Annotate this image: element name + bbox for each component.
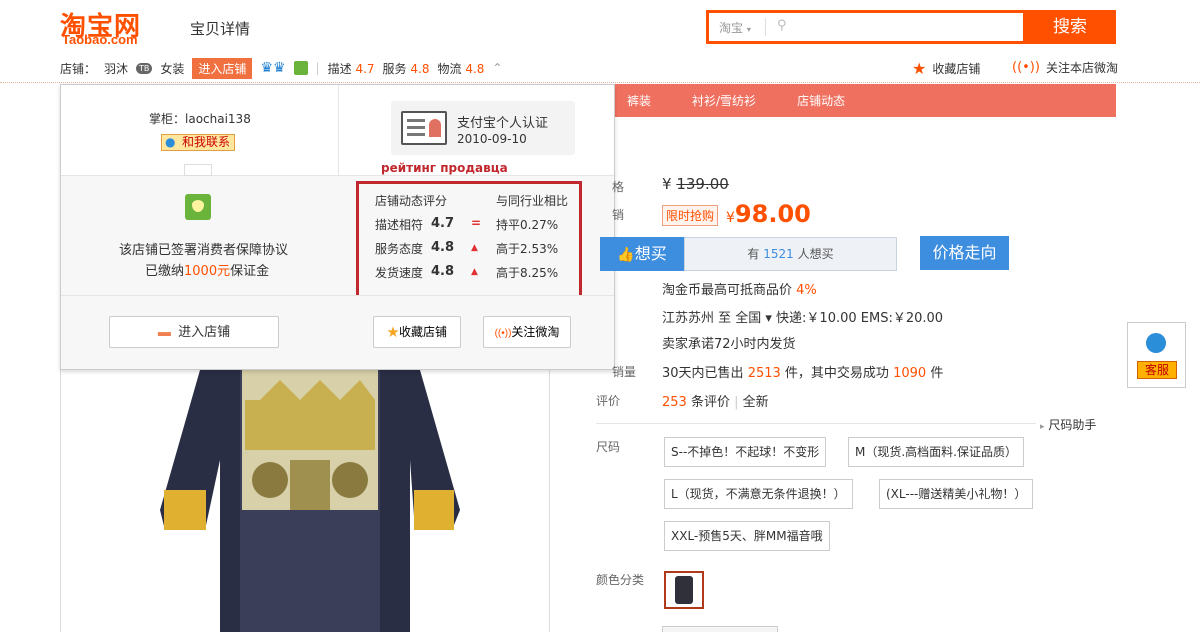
color-thumbnail [675,576,693,604]
rating-header: 店铺动态评分 [375,194,448,208]
divider [184,164,212,176]
color-option[interactable] [664,571,704,609]
follow-store-label: 关注本店微淘 [1045,61,1118,75]
header-divider [0,82,1200,83]
contact-seller-label: 和我联系 [182,135,231,149]
shop-keeper: 掌柜：laochai138 [149,112,251,126]
follow-store-link[interactable]: ((•)) 关注本店微淘 [1012,59,1118,76]
shop-category: 女装 [160,61,185,76]
price-trend-button[interactable]: 价格走向 [920,236,1009,270]
id-card-icon [401,111,447,145]
sales-info: 30天内已售出 2513 件，其中交易成功 1090 件 [662,366,944,381]
shipping-info[interactable]: 江苏苏州 至 全国 ▾ 快递:￥10.00 EMS:￥20.00 [662,307,943,326]
size-option-m[interactable]: M（现货.高档面料.保证品质） [848,437,1024,467]
collapse-icon[interactable]: ⌃ [492,61,502,75]
favorite-shop-button[interactable]: ★收藏店铺 [373,316,461,348]
up-arrow-icon: ▲ [471,267,478,277]
keeper-section: 掌柜：laochai138 ● 和我联系 [61,85,338,175]
shop-label: 店铺： [60,61,97,76]
size-option-xxl[interactable]: XXL-预售5天、胖MM福音哦 [664,521,830,551]
search-button[interactable]: 搜索 [1024,10,1116,44]
size-helper-link[interactable]: ▸ 尺码助手 [1040,416,1096,433]
original-price: ¥ 139.00 [662,175,729,193]
equal-icon: = [471,216,482,230]
color-label: 颜色分类 [596,573,645,587]
chevron-right-icon: ▸ [1040,422,1045,432]
favorite-store-label: 收藏店铺 [932,62,981,76]
chat-icon [1146,333,1166,353]
alipay-certification: 支付宝个人认证 2010-09-10 [391,101,575,155]
page-title: 宝贝详情 [190,20,251,38]
up-arrow-icon: ▲ [471,243,478,253]
favorite-store-link[interactable]: ★ 收藏店铺 [912,59,980,78]
rating-row: 描述相符 4.7 = 持平0.27% [375,216,559,232]
want-count: 有 1521 人想买 [684,237,897,271]
search-divider [765,18,766,36]
seller-rating-annotation: рейтинг продавца [381,161,508,175]
size-label: 尺码 [596,440,621,454]
alipay-title: 支付宝个人认证 [457,116,549,131]
store-rating-box: 店铺动态评分 与同行业相比 描述相符 4.7 = 持平0.27% 服务态度 4.… [356,181,582,304]
divider: | [315,61,320,75]
consumer-guarantee-icon [293,61,308,75]
promo-label-fragment: 销 [612,208,625,222]
enter-shop-link[interactable]: 进入店铺 [192,57,253,79]
search-box[interactable]: 淘宝 ▾ ⚲ [706,10,1026,44]
nav-tab-shirts[interactable]: 衬衫/雪纺衫 [692,92,756,109]
broadcast-icon: ((•)) [1012,60,1040,75]
consumer-guarantee-icon [185,194,211,220]
enter-shop-button[interactable]: ▬ 进入店铺 [109,316,279,348]
contact-seller-button[interactable]: ● 和我联系 [161,134,236,151]
product-image[interactable] [160,370,460,632]
search-scope-select[interactable]: 淘宝 ▾ [719,19,751,36]
star-icon: ★ [912,59,927,78]
want-to-buy-button[interactable]: 👍想买 [600,237,684,271]
alipay-date: 2010-09-10 [457,132,527,146]
thumb-icon: 👍 [617,247,635,263]
chat-icon: ● [165,135,176,149]
rating-row: 服务态度 4.8 ▲ 高于2.53% [375,240,559,256]
guarantee-text: 该店铺已签署消费者保障协议 [119,243,289,258]
shop-name[interactable]: 羽沐 [104,60,128,77]
reviews-label: 评价 [596,394,621,408]
shop-bar: 店铺： 羽沐 TB 女装 进入店铺 ♛♛ | 描述 4.7 服务 4.8 物流 4… [60,56,502,80]
size-option-xl[interactable]: (XL---赠送精美小礼物！） [879,479,1034,509]
score-description: 描述 4.7 [327,61,375,76]
sales-label: 销量 [612,365,637,379]
flash-sale-tag: 限时抢购 [662,205,719,226]
star-icon: ★ [386,325,399,339]
broadcast-icon: ((•)) [494,328,512,339]
shipping-promise: 卖家承诺72小时内发货 [662,337,796,352]
divider [596,423,1036,424]
customer-service-widget[interactable]: 客服 [1127,322,1186,388]
follow-weitao-button[interactable]: ((•))关注微淘 [483,316,571,348]
nav-tab-store-news[interactable]: 店铺动态 [797,92,845,109]
compare-header: 与同行业相比 [496,194,569,208]
customer-service-label: 客服 [1137,361,1177,379]
reviews-info[interactable]: 253 条评价 | 全新 [662,391,769,410]
score-logistics: 物流 4.8 [437,61,485,76]
score-service: 服务 4.8 [382,61,430,76]
size-option-l[interactable]: L（现货，不满意无条件退换！） [664,479,853,509]
size-option-s[interactable]: S--不掉色！不起球！不变形 [664,437,827,467]
quantity-stepper[interactable] [662,626,778,632]
promo-price: ¥98.00 [726,200,811,228]
rating-row: 发货速度 4.8 ▲ 高于8.25% [375,264,559,280]
nav-tab-pants[interactable]: 裤装 [627,92,651,109]
divider [338,85,339,175]
tb-badge: TB [136,62,153,74]
crown-icon: ♛♛ [260,60,286,76]
shop-info-popup: 掌柜：laochai138 ● 和我联系 支付宝个人认证 2010-09-10 … [60,84,615,370]
shop-nav: 裤装 衬衫/雪纺衫 店铺动态 [587,84,1116,117]
taojinbi-info: 淘金币最高可抵商品价 4% [662,283,817,298]
shop-icon: ▬ [157,324,171,339]
taobao-logo-subtitle[interactable]: Taobao.com [62,32,138,47]
deposit-text: 已缴纳1000元保证金 [145,264,270,279]
search-icon: ⚲ [777,18,787,33]
price-label-fragment: 格 [612,180,625,194]
